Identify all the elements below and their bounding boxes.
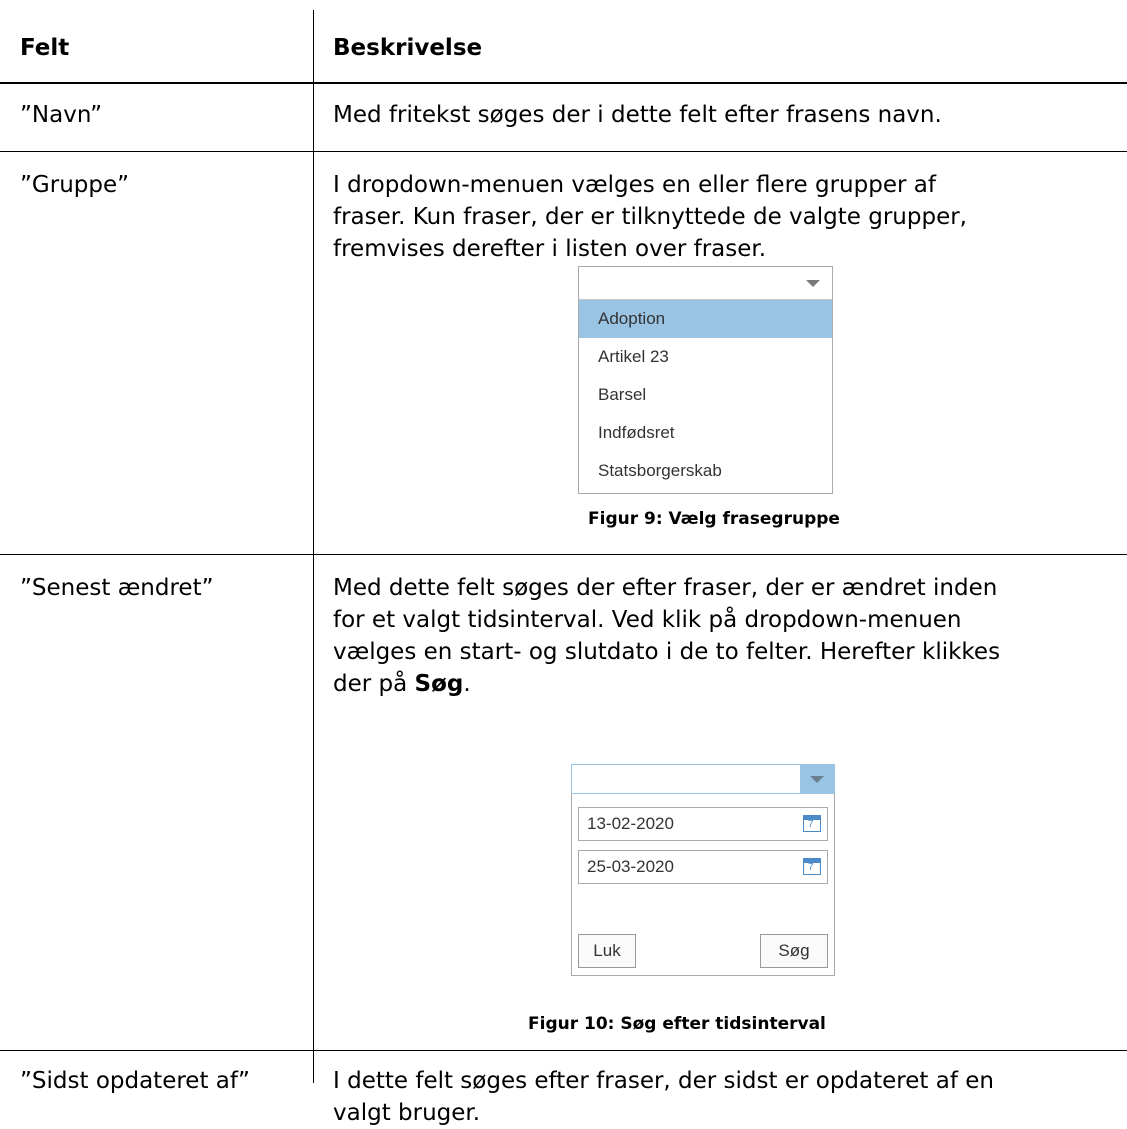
calendar-icon[interactable]: 7 bbox=[803, 815, 821, 832]
row-gruppe-description: I dropdown-menuen vælges en eller flere … bbox=[333, 169, 1113, 265]
header-divider bbox=[0, 82, 1127, 84]
search-button[interactable]: Søg bbox=[760, 934, 828, 968]
close-button[interactable]: Luk bbox=[578, 934, 636, 968]
row-senest-aendret-description: Med dette felt søges der efter fraser, d… bbox=[333, 572, 1113, 700]
dropdown-option[interactable]: Barsel bbox=[579, 376, 832, 414]
description-line: Med dette felt søges der efter fraser, d… bbox=[333, 575, 998, 601]
header-description: Beskrivelse bbox=[333, 35, 483, 61]
end-date-input[interactable]: 25-03-2020 7 bbox=[578, 850, 828, 884]
description-text: der på bbox=[333, 671, 415, 697]
figure-10-caption: Figur 10: Søg efter tidsinterval bbox=[528, 1014, 826, 1034]
description-line: I dette felt søges efter fraser, der sid… bbox=[333, 1068, 994, 1094]
column-divider bbox=[313, 10, 314, 1083]
group-dropdown-field[interactable] bbox=[579, 267, 832, 300]
group-dropdown[interactable]: Adoption Artikel 23 Barsel Indfødsret St… bbox=[578, 266, 833, 494]
header-field: Felt bbox=[20, 35, 70, 61]
fields-table: Felt Beskrivelse ”Navn” Med fritekst søg… bbox=[0, 0, 1127, 1126]
dropdown-option[interactable]: Statsborgerskab bbox=[579, 452, 832, 490]
description-line: fraser. Kun fraser, der er tilknyttede d… bbox=[333, 204, 967, 230]
description-line: fremvises derefter i listen over fraser. bbox=[333, 236, 767, 262]
calendar-glyph: 7 bbox=[808, 862, 814, 873]
row-divider bbox=[0, 151, 1127, 152]
row-sidst-opdateret-description: I dette felt søges efter fraser, der sid… bbox=[333, 1065, 1113, 1129]
row-navn-field: ”Navn” bbox=[20, 102, 103, 128]
description-line: I dropdown-menuen vælges en eller flere … bbox=[333, 172, 936, 198]
row-divider bbox=[0, 1050, 1127, 1051]
dropdown-option[interactable]: Adoption bbox=[579, 300, 832, 338]
description-text: . bbox=[463, 671, 471, 697]
end-date-value: 25-03-2020 bbox=[587, 857, 674, 876]
figure-9-caption: Figur 9: Vælg frasegruppe bbox=[588, 509, 840, 529]
start-date-value: 13-02-2020 bbox=[587, 814, 674, 833]
chevron-down-icon[interactable] bbox=[806, 280, 820, 287]
description-line: der på Søg. bbox=[333, 668, 1113, 700]
dropdown-toggle[interactable] bbox=[800, 765, 834, 793]
dropdown-option[interactable]: Indfødsret bbox=[579, 414, 832, 452]
description-line: for et valgt tidsinterval. Ved klik på d… bbox=[333, 607, 962, 633]
dropdown-option[interactable]: Artikel 23 bbox=[579, 338, 832, 376]
date-range-panel: 13-02-2020 7 25-03-2020 7 Luk Søg bbox=[571, 794, 835, 976]
date-range-field[interactable] bbox=[571, 764, 835, 794]
row-senest-aendret-field: ”Senest ændret” bbox=[20, 575, 214, 601]
row-sidst-opdateret-field: ”Sidst opdateret af” bbox=[20, 1068, 250, 1094]
search-term: Søg bbox=[414, 671, 464, 697]
date-range-dropdown: 13-02-2020 7 25-03-2020 7 Luk Søg bbox=[571, 764, 835, 976]
row-navn-description: Med fritekst søges der i dette felt efte… bbox=[333, 102, 942, 128]
start-date-input[interactable]: 13-02-2020 7 bbox=[578, 807, 828, 841]
row-gruppe-field: ”Gruppe” bbox=[20, 172, 130, 198]
description-line: valgt bruger. bbox=[333, 1100, 481, 1126]
calendar-glyph: 7 bbox=[808, 819, 814, 830]
calendar-icon[interactable]: 7 bbox=[803, 858, 821, 875]
chevron-down-icon[interactable] bbox=[810, 776, 824, 783]
description-line: vælges en start- og slutdato i de to fel… bbox=[333, 639, 1001, 665]
row-divider bbox=[0, 554, 1127, 555]
